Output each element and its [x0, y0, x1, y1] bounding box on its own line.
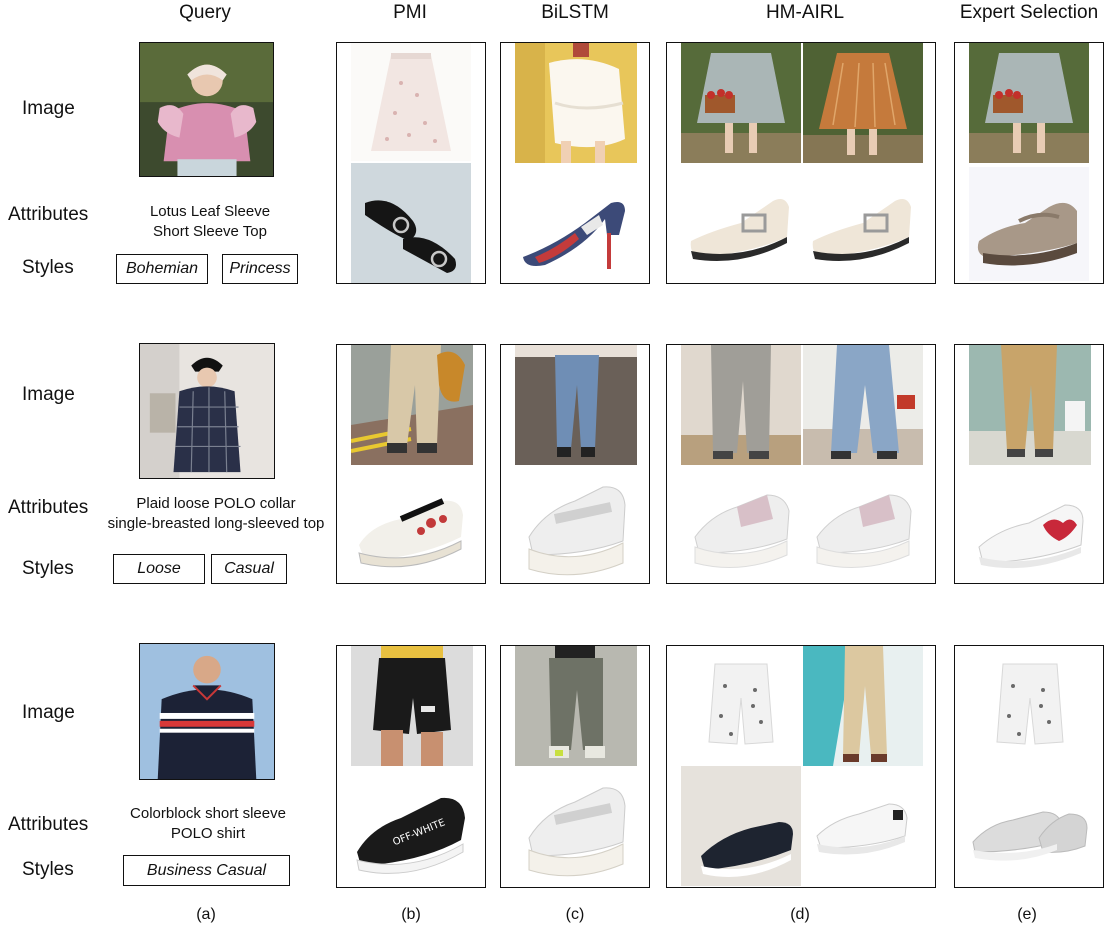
row2-expert-pants-image: [969, 345, 1091, 465]
header-hm-airl: HM-AIRL: [765, 2, 845, 23]
row3-attributes-text: Colorblock short sleeve POLO shirt: [118, 804, 298, 844]
row3-expert-frame: [954, 645, 1104, 888]
row2-hmairl-shoe-image-1: [681, 475, 801, 575]
row2-pmi-frame: [336, 344, 486, 584]
row3-hmairl-frame: [666, 645, 936, 888]
header-expert-selection: Expert Selection: [959, 2, 1099, 23]
row3-pmi-frame: OFF-WHITE: [336, 645, 486, 888]
row1-hmairl-shoe-image-1: [681, 171, 801, 277]
row2-hmairl-pants-image-1: [681, 345, 801, 465]
row3-bilstm-frame: [500, 645, 650, 888]
row1-styles-label: Styles: [22, 257, 74, 278]
row1-hmairl-skirt-image-1: [681, 43, 801, 163]
row2-attributes-text: Plaid loose POLO collar single-breasted …: [96, 494, 336, 534]
header-bilstm: BiLSTM: [541, 2, 609, 23]
row3-pmi-shorts-image: [351, 646, 473, 766]
row2-expert-shoe-image: [969, 475, 1091, 579]
header-query: Query: [179, 2, 231, 23]
row3-bilstm-shoe-image: [515, 770, 637, 884]
row1-bilstm-frame: [500, 42, 650, 284]
row3-expert-shoe-image: [969, 786, 1091, 876]
row1-pmi-shoes-image: [351, 163, 471, 283]
row1-image-label: Image: [22, 98, 75, 119]
row1-hmairl-frame: [666, 42, 936, 284]
row2-attributes-label: Attributes: [8, 497, 89, 518]
row1-style-tag-2: Princess: [222, 254, 298, 284]
row1-expert-frame: [954, 42, 1104, 284]
row3-hmairl-sneaker-image: [803, 766, 923, 886]
row3-hmairl-pants-image: [803, 646, 923, 766]
header-pmi: PMI: [393, 2, 427, 23]
row3-image-label: Image: [22, 702, 75, 723]
row1-attributes-label: Attributes: [8, 204, 89, 225]
row1-style-tag-1: Bohemian: [116, 254, 208, 284]
row2-style-tag-2: Casual: [211, 554, 287, 584]
row1-hmairl-skirt-image-2: [803, 43, 923, 163]
row1-expert-skirt-image: [969, 43, 1089, 163]
row3-style-tag-1: Business Casual: [123, 855, 290, 886]
row2-hmairl-frame: [666, 344, 936, 584]
row3-bilstm-pants-image: [515, 646, 637, 766]
row3-attributes-line1: Colorblock short sleeve: [130, 805, 286, 822]
row2-image-label: Image: [22, 384, 75, 405]
row2-styles-label: Styles: [22, 558, 74, 579]
row1-query-image: [139, 42, 274, 177]
sublabel-a: (a): [196, 906, 216, 923]
row2-attributes-line1: Plaid loose POLO collar: [136, 495, 296, 512]
row1-attributes-line1: Lotus Leaf Sleeve: [149, 203, 271, 220]
sublabel-c: (c): [565, 906, 585, 923]
row1-expert-shoe-image: [969, 167, 1089, 281]
sublabel-b: (b): [401, 906, 421, 923]
row2-pmi-shoe-image: [351, 475, 473, 581]
row1-attributes-text: Lotus Leaf Sleeve Short Sleeve Top: [120, 202, 300, 242]
row3-hmairl-slipon-image: [681, 766, 801, 886]
row3-query-image: [139, 643, 275, 780]
row3-styles-label: Styles: [22, 859, 74, 880]
row2-style-tag-1: Loose: [113, 554, 205, 584]
row2-expert-frame: [954, 344, 1104, 584]
row1-pmi-skirt-image: [351, 43, 471, 161]
row1-attributes-line2: Short Sleeve Top: [153, 223, 267, 240]
row2-query-image: [139, 343, 275, 479]
row1-bilstm-skirt-image: [515, 43, 637, 163]
row2-hmairl-shoe-image-2: [803, 475, 923, 575]
row2-bilstm-shoe-image: [515, 471, 637, 581]
row3-attributes-label: Attributes: [8, 814, 89, 835]
row2-attributes-line2: single-breasted long-sleeved top: [107, 515, 325, 532]
row2-bilstm-frame: [500, 344, 650, 584]
row3-expert-shorts-image: [969, 646, 1091, 766]
row1-hmairl-shoe-image-2: [803, 171, 923, 277]
row1-bilstm-heel-image: [515, 173, 637, 283]
row3-hmairl-shorts-image: [681, 646, 801, 766]
row3-pmi-shoe-image: OFF-WHITE: [351, 778, 473, 884]
row2-pmi-pants-image: [351, 345, 473, 465]
sublabel-e: (e): [1017, 906, 1037, 923]
row3-attributes-line2: POLO shirt: [170, 825, 246, 842]
row2-bilstm-jeans-image: [515, 345, 637, 465]
sublabel-d: (d): [790, 906, 810, 923]
row2-hmairl-pants-image-2: [803, 345, 923, 465]
row1-pmi-frame: [336, 42, 486, 284]
